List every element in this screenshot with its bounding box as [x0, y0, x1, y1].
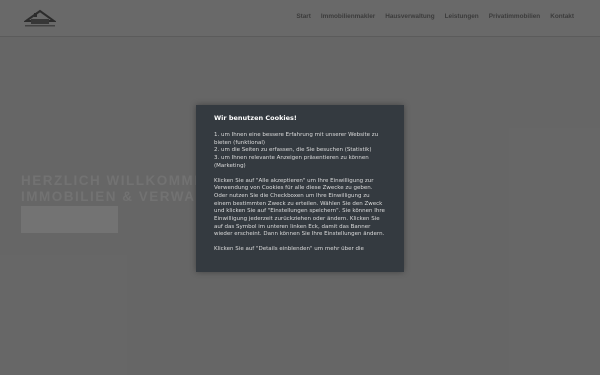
cookie-details-text: Klicken Sie auf "Details einblenden" um … [214, 246, 364, 253]
cookie-purpose-list: 1. um Ihnen eine bessere Erfahrung mit u… [214, 132, 379, 169]
cookie-consent-text: Klicken Sie auf "Alle akzeptieren" um Ih… [214, 177, 385, 238]
cookie-dialog-title: Wir benutzen Cookies! [214, 114, 297, 122]
cookie-consent-dialog: Wir benutzen Cookies! 1. um Ihnen eine b… [196, 105, 404, 272]
